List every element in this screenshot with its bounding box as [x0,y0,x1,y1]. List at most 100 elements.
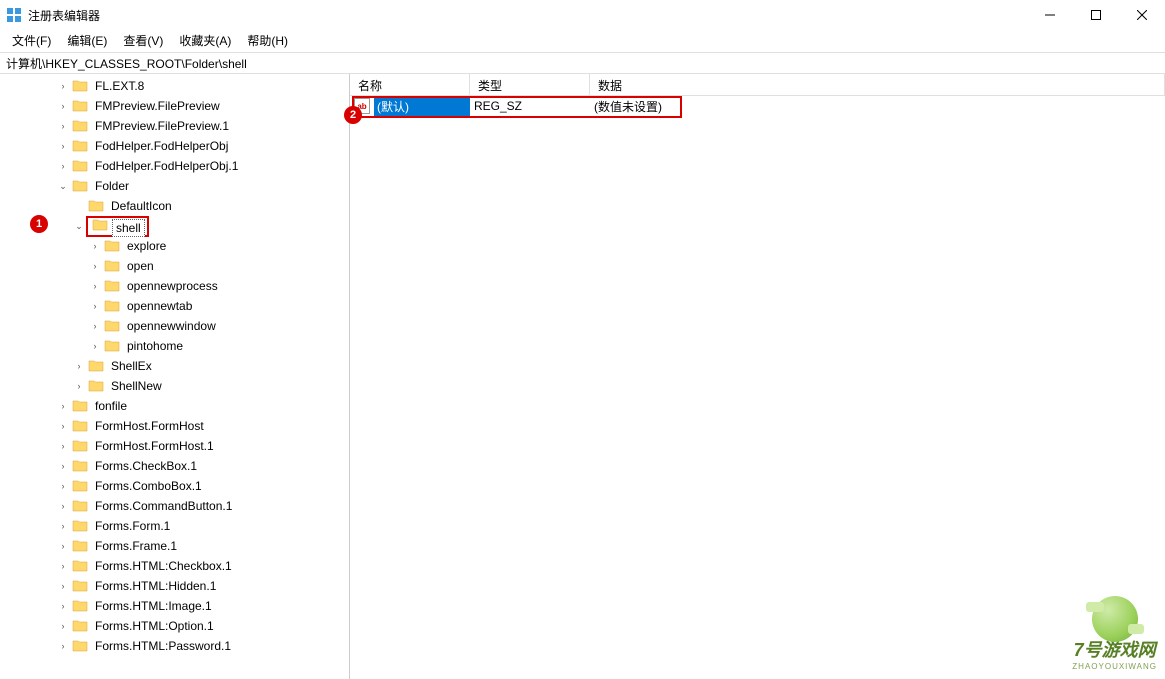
column-data[interactable]: 数据 [590,74,1165,95]
tree-item[interactable]: › open [0,256,349,276]
tree-item[interactable]: ›FodHelper.FodHelperObj.1 [0,156,349,176]
folder-icon [104,259,120,273]
tree-item[interactable]: ›Forms.CommandButton.1 [0,496,349,516]
chevron-right-icon[interactable]: › [88,261,102,271]
tree-item[interactable]: › opennewprocess [0,276,349,296]
tree-item[interactable]: ›Forms.HTML:Password.1 [0,636,349,656]
menu-favorites[interactable]: 收藏夹(A) [171,30,239,52]
tree-item[interactable]: ›Forms.Frame.1 [0,536,349,556]
minimize-button[interactable] [1027,0,1073,30]
chevron-right-icon[interactable]: › [56,481,70,491]
tree-item[interactable]: ›Forms.HTML:Option.1 [0,616,349,636]
tree-item-label: opennewtab [124,298,195,314]
chevron-right-icon[interactable]: › [88,301,102,311]
tree-item-label: Folder [92,178,132,194]
chevron-right-icon[interactable]: › [56,421,70,431]
chevron-right-icon[interactable]: › [88,241,102,251]
chevron-right-icon[interactable]: › [56,101,70,111]
column-type[interactable]: 类型 [470,74,590,95]
tree-item[interactable]: ›explore [0,236,349,256]
chevron-down-icon[interactable]: ⌄ [56,181,70,192]
tree-item-label: Forms.HTML:Hidden.1 [92,578,219,594]
chevron-right-icon[interactable]: › [56,441,70,451]
tree-panel[interactable]: › FL.EXT.8 ›FMPreview.FilePreview›FMPrevie… [0,74,350,679]
address-bar[interactable]: 计算机\HKEY_CLASSES_ROOT\Folder\shell [0,52,1165,74]
chevron-right-icon[interactable]: › [72,361,86,371]
folder-icon [72,459,88,473]
folder-icon [72,179,88,193]
tree-item[interactable]: ›Forms.HTML:Checkbox.1 [0,556,349,576]
column-name[interactable]: 名称 [350,74,470,95]
tree-item[interactable]: ›Forms.HTML:Image.1 [0,596,349,616]
tree-item-label: DefaultIcon [108,198,175,214]
chevron-right-icon[interactable]: › [88,341,102,351]
chevron-right-icon[interactable]: › [56,461,70,471]
chevron-right-icon[interactable]: › [88,321,102,331]
chevron-right-icon[interactable]: › [56,521,70,531]
chevron-right-icon[interactable]: › [56,561,70,571]
maximize-button[interactable] [1073,0,1119,30]
chevron-right-icon[interactable]: › [88,281,102,291]
tree-item[interactable]: ›FMPreview.FilePreview.1 [0,116,349,136]
tree-item-label: opennewprocess [124,278,221,294]
chevron-right-icon[interactable]: › [72,381,86,391]
folder-icon [72,559,88,573]
callout-number-1: 1 [30,215,48,233]
menu-help[interactable]: 帮助(H) [239,30,296,52]
tree-item[interactable]: ⌄ shell [0,216,349,236]
folder-icon [88,359,104,373]
chevron-right-icon[interactable]: › [56,601,70,611]
chevron-right-icon[interactable]: › [56,121,70,131]
tree-item[interactable]: › Forms.CheckBox.1 [0,456,349,476]
close-button[interactable] [1119,0,1165,30]
tree-item-label: shell [112,219,145,237]
list-row[interactable]: ab (默认) REG_SZ (数值未设置) [350,96,1165,116]
tree-item-label: opennewwindow [124,318,219,334]
tree-item[interactable]: ›Forms.Form.1 [0,516,349,536]
tree-item[interactable]: ›FMPreview.FilePreview [0,96,349,116]
chevron-right-icon[interactable]: › [56,161,70,171]
folder-icon [72,139,88,153]
chevron-right-icon[interactable]: › [56,621,70,631]
menu-edit[interactable]: 编辑(E) [59,30,115,52]
tree-item[interactable]: › opennewtab [0,296,349,316]
tree-item[interactable]: ›FormHost.FormHost [0,416,349,436]
chevron-down-icon[interactable]: ⌄ [72,221,86,232]
chevron-right-icon[interactable]: › [56,541,70,551]
chevron-right-icon[interactable]: › [56,81,70,91]
chevron-right-icon[interactable]: › [56,501,70,511]
value-name: (默认) [374,97,470,116]
tree-item-label: Forms.CheckBox.1 [92,458,200,474]
tree-item[interactable]: › ShellEx [0,356,349,376]
tree-item-label: Forms.ComboBox.1 [92,478,205,494]
chevron-right-icon[interactable]: › [56,141,70,151]
folder-icon [72,499,88,513]
chevron-right-icon[interactable]: › [56,401,70,411]
tree-item-label: FL.EXT.8 [92,78,147,94]
chevron-right-icon[interactable]: › [56,641,70,651]
tree-item[interactable]: › Forms.HTML:Hidden.1 [0,576,349,596]
tree-item[interactable]: ›fonfile [0,396,349,416]
menu-view[interactable]: 查看(V) [115,30,171,52]
callout-number-2: 2 [344,106,362,124]
tree-item-label: open [124,258,157,274]
tree-item[interactable]: ›ShellNew [0,376,349,396]
folder-icon [72,539,88,553]
value-type: REG_SZ [470,99,590,113]
tree-item-label: ShellEx [108,358,155,374]
folder-icon [104,279,120,293]
tree-item[interactable]: DefaultIcon [0,196,349,216]
folder-icon [104,319,120,333]
chevron-right-icon[interactable]: › [56,581,70,591]
tree-item[interactable]: › Forms.ComboBox.1 [0,476,349,496]
tree-item[interactable]: ›pintohome [0,336,349,356]
tree-item[interactable]: › FL.EXT.8 [0,76,349,96]
menubar: 文件(F) 编辑(E) 查看(V) 收藏夹(A) 帮助(H) [0,30,1165,52]
tree-item[interactable]: ›FormHost.FormHost.1 [0,436,349,456]
folder-icon [72,599,88,613]
tree-item[interactable]: ›FodHelper.FodHelperObj [0,136,349,156]
tree-item[interactable]: › opennewwindow [0,316,349,336]
callout-box-1: shell [86,216,149,237]
menu-file[interactable]: 文件(F) [4,30,59,52]
tree-item[interactable]: ⌄ Folder [0,176,349,196]
